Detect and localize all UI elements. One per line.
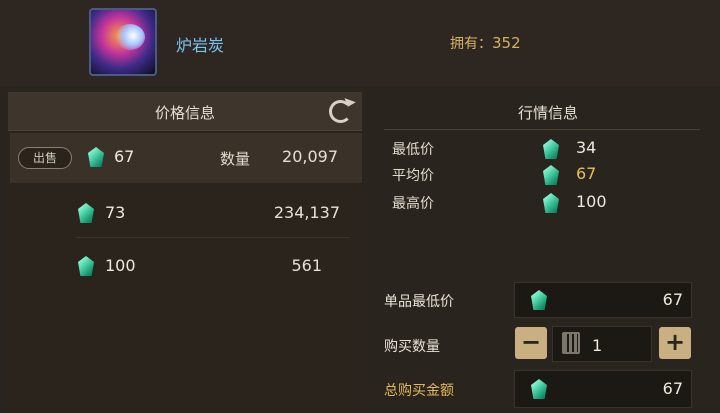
listing-row[interactable]: 73 234,137 — [10, 188, 362, 238]
listing-price: 73 — [105, 203, 126, 222]
refresh-icon[interactable] — [329, 100, 352, 123]
listing-row[interactable]: 100 561 — [10, 240, 362, 290]
price-panel-header: 价格信息 — [8, 92, 362, 131]
listing-price: 67 — [114, 147, 135, 166]
stat-avg-label: 平均价 — [392, 168, 434, 184]
gem-icon — [543, 165, 559, 185]
unit-min-price-label: 单品最低价 — [384, 294, 454, 310]
increase-quantity-button[interactable]: + — [659, 327, 691, 359]
listing-quantity: 561 — [291, 256, 322, 275]
unit-min-price-value: 67 — [662, 290, 683, 309]
stat-max-value: 100 — [576, 192, 607, 211]
listing-price: 100 — [105, 256, 136, 275]
gem-icon — [543, 193, 559, 213]
stat-max-label: 最高价 — [392, 196, 434, 212]
stat-min-value: 34 — [576, 138, 597, 157]
row-divider — [76, 237, 350, 238]
total-price-field: 67 — [514, 370, 692, 408]
total-price-value: 67 — [662, 379, 683, 398]
listing-row[interactable]: 出售 67 20,097 — [10, 133, 362, 183]
calculator-icon[interactable] — [562, 332, 580, 354]
stat-min-label: 最低价 — [392, 142, 434, 158]
gem-icon — [78, 203, 94, 223]
item-icon-glow — [115, 24, 145, 50]
stat-avg-value: 67 — [576, 164, 597, 183]
total-price-label: 总购买金额 — [384, 383, 454, 399]
item-name: 炉岩炭 — [176, 36, 225, 55]
gem-icon — [543, 139, 559, 159]
market-panel-title: 行情信息 — [517, 104, 578, 122]
listing-quantity: 234,137 — [273, 203, 340, 222]
price-panel-title: 价格信息 — [154, 104, 215, 122]
buy-quantity-label: 购买数量 — [384, 339, 440, 355]
market-divider — [384, 129, 700, 130]
gem-icon — [531, 379, 547, 399]
sell-button[interactable]: 出售 — [18, 147, 72, 169]
owned-count: 拥有：352 — [450, 33, 521, 53]
decrease-quantity-button[interactable]: − — [515, 327, 547, 359]
owned-number: 352 — [492, 34, 521, 52]
gem-icon — [88, 147, 104, 167]
buy-quantity-value: 1 — [592, 336, 603, 355]
gem-icon — [78, 256, 94, 276]
market-panel-header: 行情信息 — [376, 92, 720, 130]
unit-min-price-field: 67 — [514, 282, 692, 318]
quantity-label: 数量 — [220, 150, 251, 168]
gem-icon — [531, 290, 547, 310]
owned-label: 拥有： — [450, 36, 492, 52]
item-icon[interactable] — [89, 8, 157, 76]
listing-quantity: 20,097 — [282, 147, 338, 166]
